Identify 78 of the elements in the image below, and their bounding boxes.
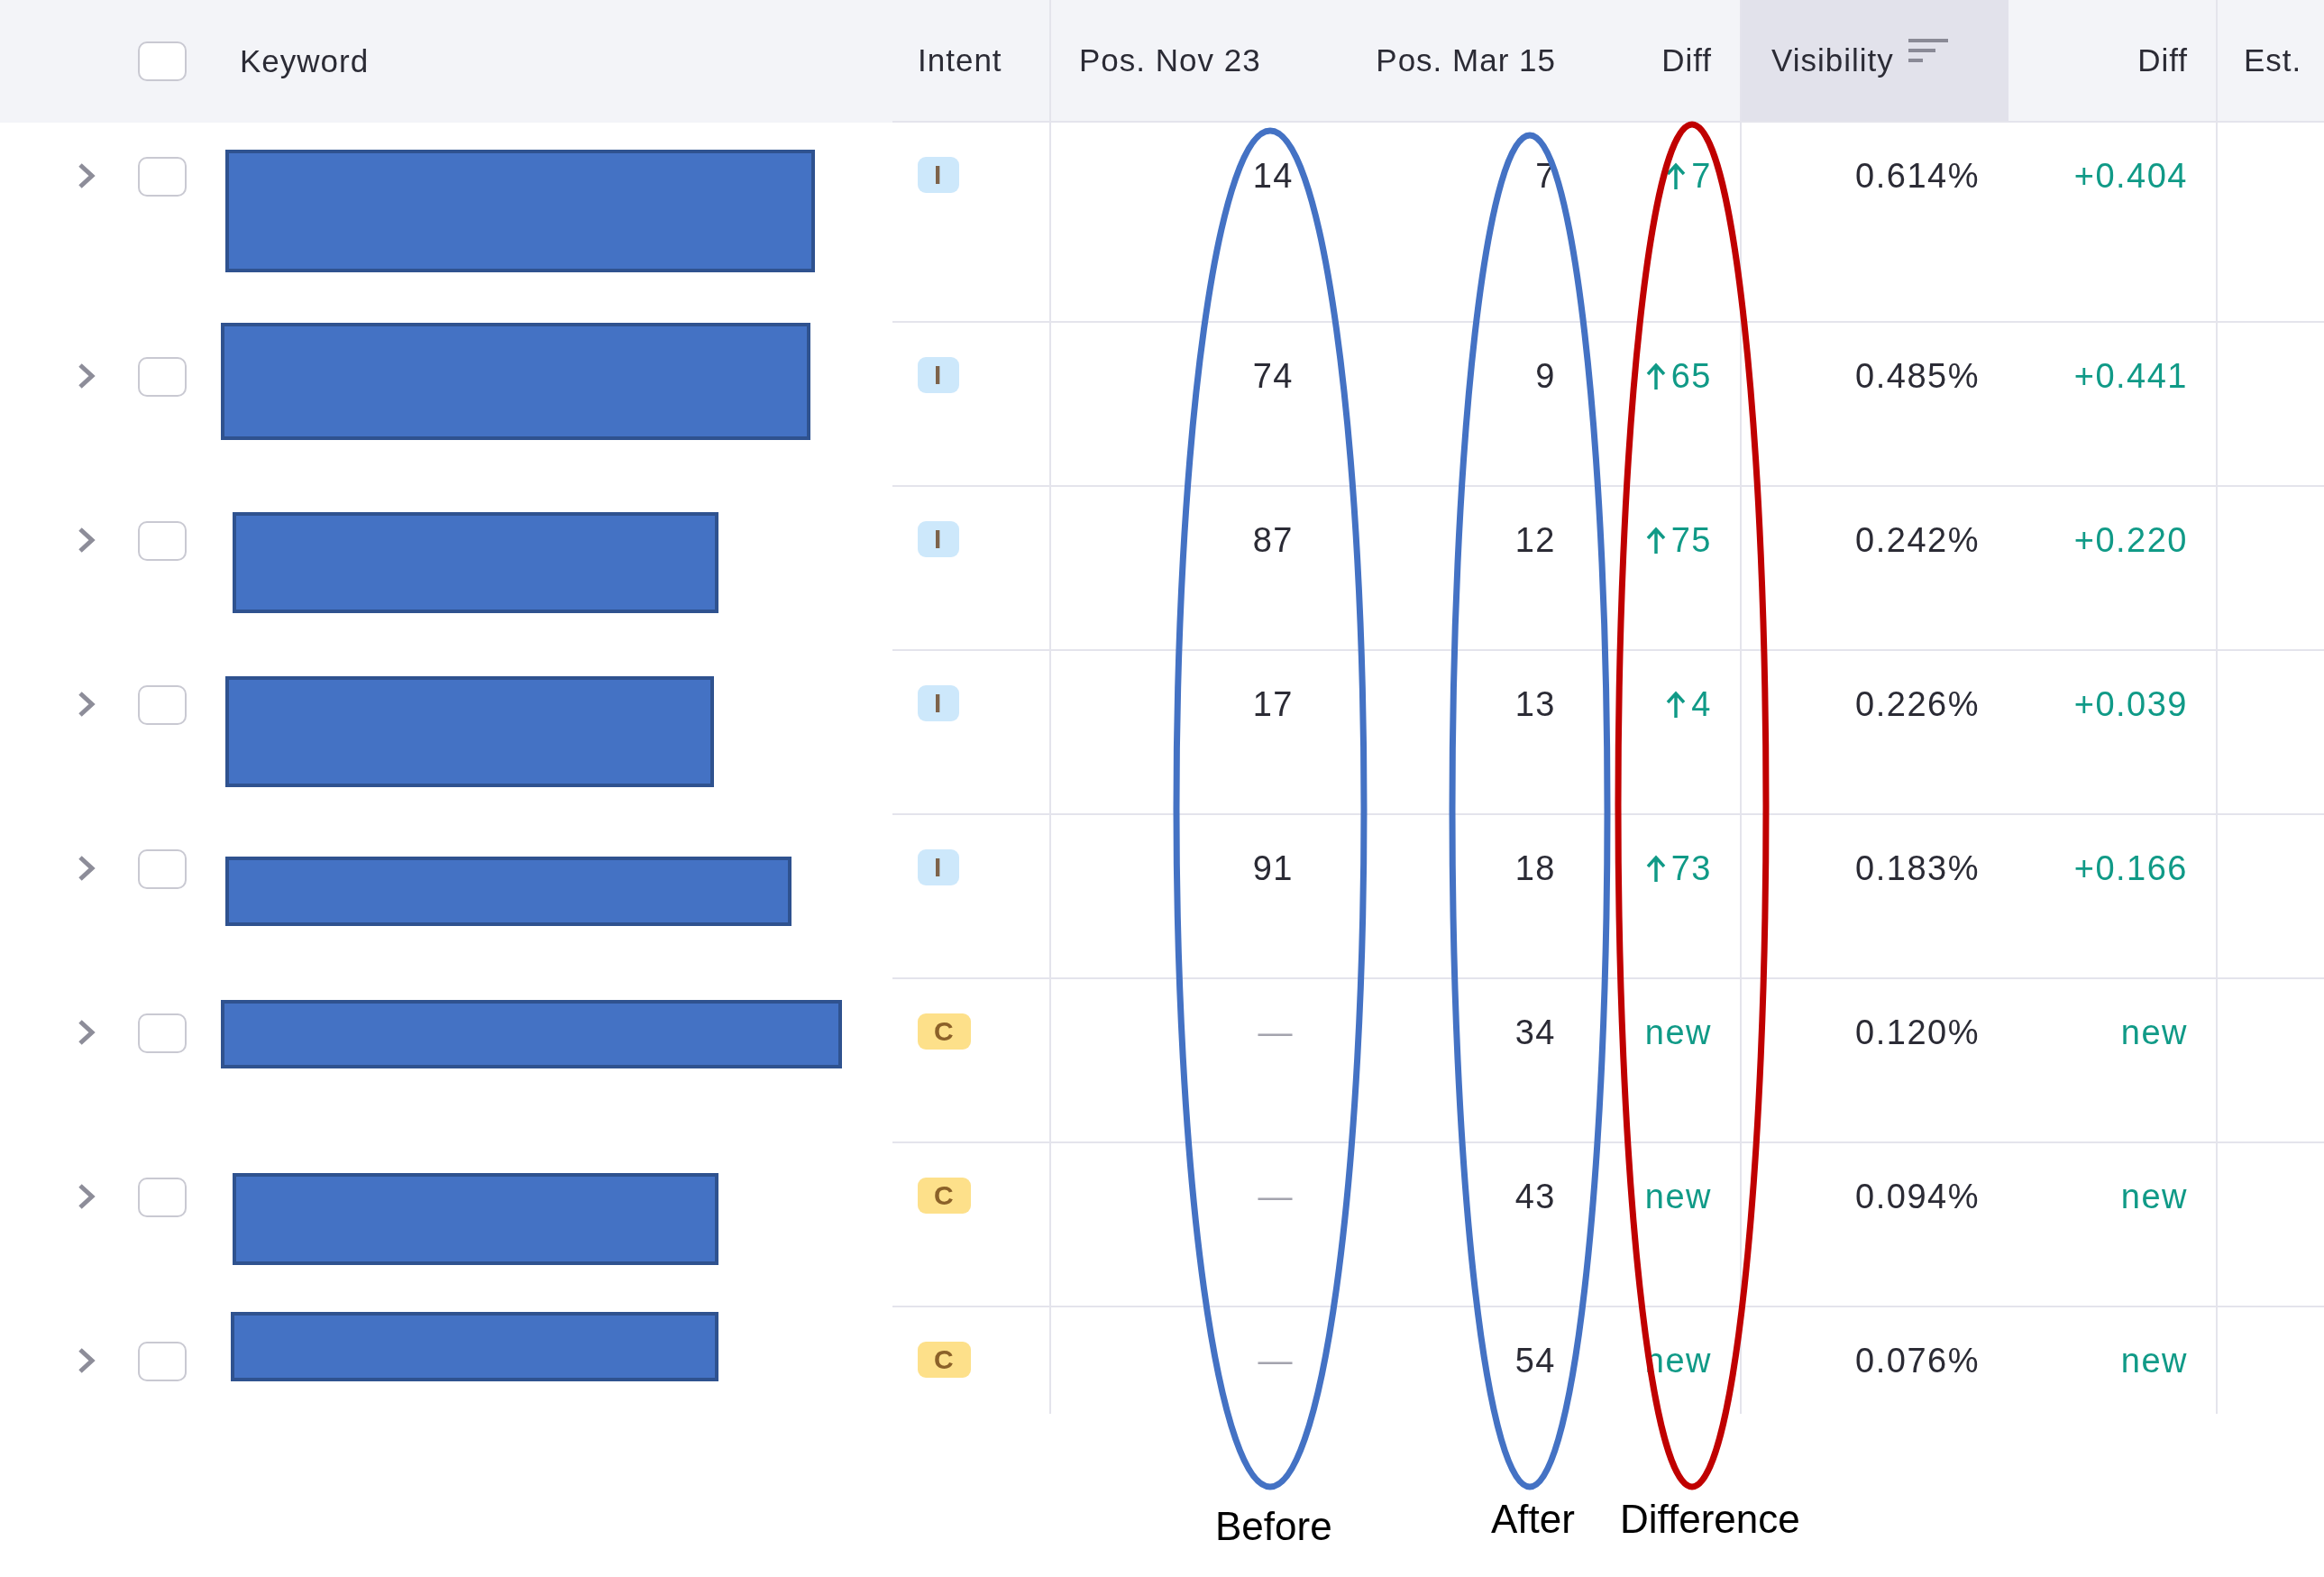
row-checkbox[interactable] bbox=[138, 1342, 187, 1381]
up-arrow-icon bbox=[1645, 527, 1666, 555]
row-checkbox[interactable] bbox=[138, 685, 187, 725]
chevron-icon[interactable] bbox=[78, 1019, 96, 1046]
table-cell: 0.183% bbox=[1855, 849, 1980, 888]
table-cell: new bbox=[2120, 1013, 2188, 1052]
row-checkbox[interactable] bbox=[138, 521, 187, 561]
table-cell: 65 bbox=[1670, 357, 1712, 396]
annotation-label: Before bbox=[1215, 1504, 1332, 1549]
intent-badge: C bbox=[918, 1342, 972, 1378]
column-header[interactable]: Diff bbox=[2008, 0, 2216, 123]
column-header[interactable]: Intent bbox=[892, 0, 1049, 123]
row-checkbox[interactable] bbox=[138, 1178, 187, 1217]
intent-badge: I bbox=[918, 685, 959, 721]
table-cell: 0.120% bbox=[1855, 1013, 1980, 1052]
up-arrow-icon bbox=[1666, 691, 1687, 720]
table-cell: 0.076% bbox=[1855, 1342, 1980, 1380]
table-cell: +0.441 bbox=[2073, 357, 2188, 396]
table-cell: 75 bbox=[1670, 521, 1712, 560]
chevron-icon[interactable] bbox=[78, 1183, 96, 1210]
chevron-icon[interactable] bbox=[78, 691, 96, 718]
table-cell: 91 bbox=[1252, 849, 1294, 888]
row-checkbox[interactable] bbox=[138, 157, 187, 197]
intent-badge: C bbox=[918, 1178, 972, 1214]
table-cell: new bbox=[2120, 1178, 2188, 1216]
row-checkbox[interactable] bbox=[138, 849, 187, 889]
column-header[interactable]: Visibility bbox=[1740, 0, 2008, 123]
table-cell: 0.242% bbox=[1855, 521, 1980, 560]
table-cell: new bbox=[1644, 1013, 1712, 1052]
table-cell: 7 bbox=[1691, 157, 1712, 196]
table-cell: new bbox=[1644, 1178, 1712, 1216]
table-cell: +0.166 bbox=[2073, 849, 2188, 888]
table-cell: 12 bbox=[1514, 521, 1556, 560]
table-cell: 17 bbox=[1252, 685, 1294, 724]
table-cell: 34 bbox=[1514, 1013, 1556, 1052]
row-checkbox[interactable] bbox=[138, 357, 187, 397]
table-cell: 74 bbox=[1252, 357, 1294, 396]
table-cell: 87 bbox=[1252, 521, 1294, 560]
table-cell: 54 bbox=[1514, 1342, 1556, 1380]
table-cell: 13 bbox=[1514, 685, 1556, 724]
row-checkbox[interactable] bbox=[138, 1013, 187, 1053]
table-cell: 0.485% bbox=[1855, 357, 1980, 396]
intent-badge: I bbox=[918, 521, 959, 557]
chevron-icon[interactable] bbox=[78, 1347, 96, 1374]
column-header[interactable]: Pos. Nov 23 bbox=[1049, 0, 1319, 123]
annotation-label: After bbox=[1491, 1497, 1575, 1542]
intent-badge: I bbox=[918, 357, 959, 393]
up-arrow-icon bbox=[1666, 162, 1687, 191]
table-cell: 4 bbox=[1691, 685, 1712, 724]
column-header[interactable]: Pos. Mar 15 bbox=[1319, 0, 1571, 123]
table-cell: — bbox=[1258, 1178, 1294, 1216]
table-cell: — bbox=[1258, 1013, 1294, 1052]
chevron-icon[interactable] bbox=[78, 362, 96, 390]
table-cell: 9 bbox=[1535, 357, 1556, 396]
table-cell: 0.094% bbox=[1855, 1178, 1980, 1216]
table-cell: 14 bbox=[1252, 157, 1294, 196]
intent-badge: C bbox=[918, 1013, 972, 1050]
chevron-icon[interactable] bbox=[78, 527, 96, 554]
intent-badge: I bbox=[918, 849, 959, 885]
table-cell: +0.039 bbox=[2073, 685, 2188, 724]
select-all-checkbox[interactable] bbox=[138, 41, 187, 81]
table-cell: 18 bbox=[1514, 849, 1556, 888]
up-arrow-icon bbox=[1645, 362, 1666, 391]
table-cell: 43 bbox=[1514, 1178, 1556, 1216]
chevron-icon[interactable] bbox=[78, 162, 96, 189]
up-arrow-icon bbox=[1645, 855, 1666, 884]
table-cell: +0.220 bbox=[2073, 521, 2188, 560]
table-cell: new bbox=[2120, 1342, 2188, 1380]
table-cell: 0.226% bbox=[1855, 685, 1980, 724]
column-header[interactable]: Keyword bbox=[204, 0, 892, 123]
chevron-icon[interactable] bbox=[78, 855, 96, 882]
column-header[interactable]: Est. bbox=[2216, 0, 2324, 123]
table-cell: 0.614% bbox=[1855, 157, 1980, 196]
table-cell: 73 bbox=[1670, 849, 1712, 888]
intent-badge: I bbox=[918, 157, 959, 193]
annotation-label: Difference bbox=[1620, 1497, 1800, 1542]
table-cell: — bbox=[1258, 1342, 1294, 1380]
table-cell: +0.404 bbox=[2073, 157, 2188, 196]
